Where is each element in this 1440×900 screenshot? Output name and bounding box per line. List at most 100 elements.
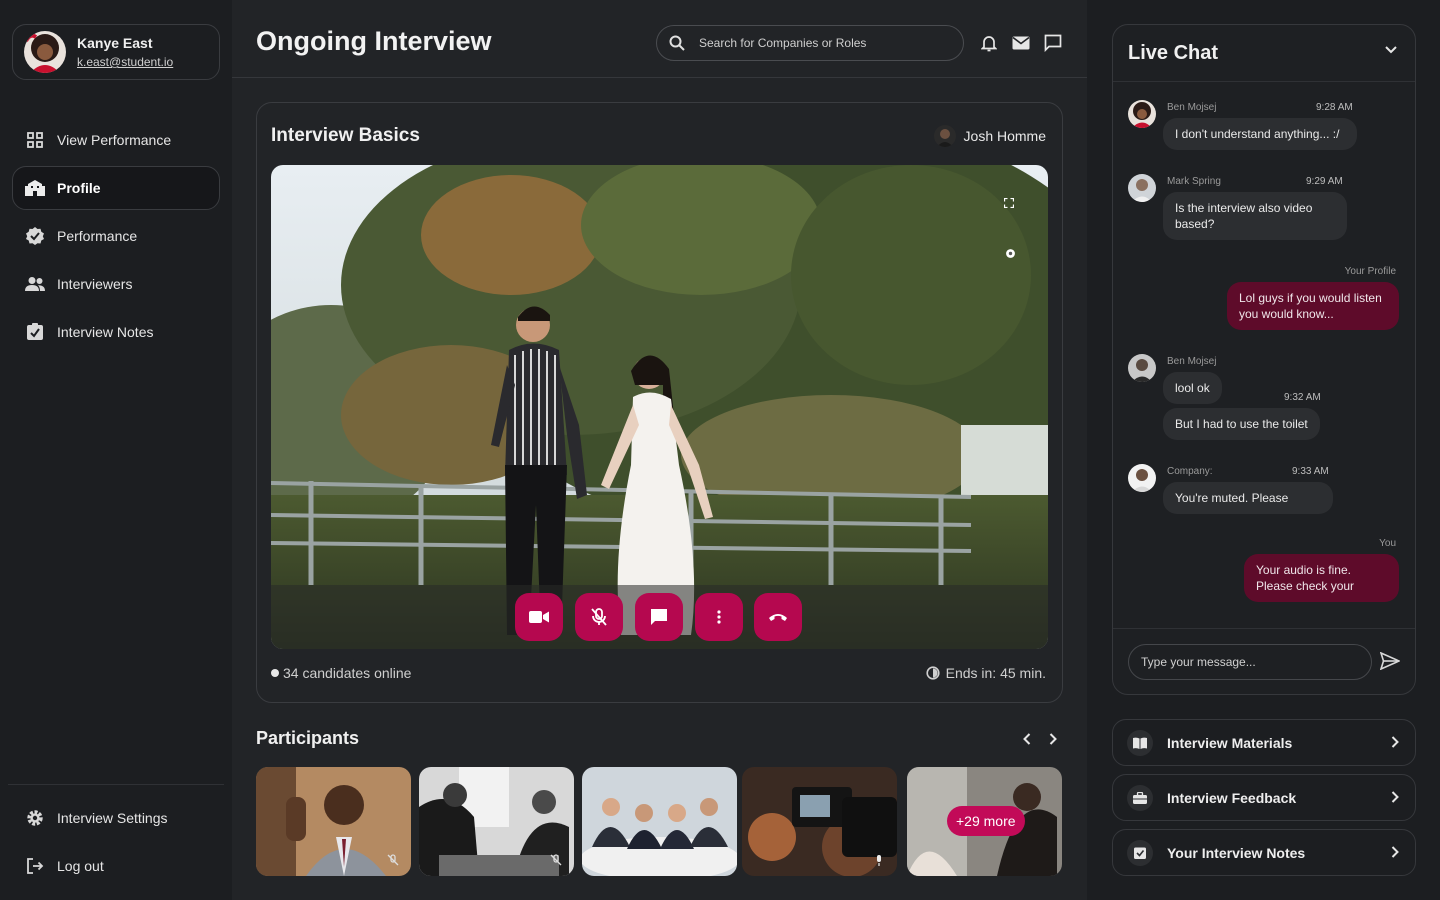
nav-item-interviewers[interactable]: Interviewers (12, 262, 220, 306)
message-time: 9:32 AM (1284, 392, 1321, 403)
page-title: Ongoing Interview (256, 26, 492, 56)
chat-message: lool ok (1163, 372, 1222, 404)
end-call-button[interactable] (754, 593, 802, 641)
grid-icon (25, 130, 45, 150)
chat-message: I don't understand anything... :/ (1163, 118, 1357, 150)
gear-icon (25, 808, 45, 828)
interview-feedback-button[interactable]: Interview Feedback (1112, 774, 1416, 821)
user-email[interactable]: k.east@student.io (77, 55, 173, 69)
camera-button[interactable] (515, 593, 563, 641)
mic-icon (873, 854, 885, 866)
nav-label: Interviewers (57, 276, 133, 292)
mute-button[interactable] (575, 593, 623, 641)
host-avatar (933, 125, 956, 147)
more-vertical-icon (717, 610, 721, 624)
more-options-button[interactable] (695, 593, 743, 641)
chevron-right-icon[interactable] (1044, 730, 1062, 748)
sidebar-divider (8, 784, 224, 785)
interview-materials-button[interactable]: Interview Materials (1112, 719, 1416, 766)
mic-off-icon (387, 854, 399, 866)
participant-thumbnail[interactable] (256, 767, 411, 876)
mic-off-icon (591, 608, 607, 626)
chevron-down-icon[interactable] (1385, 46, 1397, 54)
search-icon (669, 35, 685, 51)
briefcase-icon (1127, 784, 1153, 811)
avatar (1128, 100, 1156, 128)
video-settings-icon[interactable] (1003, 246, 1017, 260)
bell-icon[interactable] (978, 32, 1000, 54)
message-sender: Your Profile (1344, 266, 1396, 277)
chevron-right-icon (1391, 846, 1399, 858)
participant-thumbnail[interactable] (419, 767, 574, 876)
online-dot-icon (271, 669, 279, 677)
hang-up-icon (768, 612, 788, 622)
chat-message: You're muted. Please (1163, 482, 1333, 514)
logout-icon (25, 856, 45, 876)
live-chat: Live Chat Ben Mojsej 9:28 AM I don't und… (1112, 24, 1416, 695)
send-icon[interactable] (1380, 652, 1402, 672)
link-label: Interview Feedback (1167, 789, 1297, 806)
message-sender: Ben Mojsej (1167, 102, 1217, 113)
chat-header[interactable]: Live Chat (1113, 25, 1415, 82)
video-feed[interactable] (271, 165, 1048, 649)
message-sender: You (1379, 538, 1396, 549)
video-camera-icon (529, 610, 549, 624)
candidates-online: 34 candidates online (271, 665, 411, 681)
your-interview-notes-button[interactable]: Your Interview Notes (1112, 829, 1416, 876)
main-nav: View Performance Profile Performance Int… (12, 118, 220, 358)
building-icon (25, 178, 45, 198)
message-icon[interactable] (1042, 32, 1064, 54)
chat-button[interactable] (635, 593, 683, 641)
nav-item-profile[interactable]: Profile (12, 166, 220, 210)
nav-item-interview-settings[interactable]: Interview Settings (12, 796, 220, 840)
note-check-icon (1127, 839, 1153, 866)
user-name: Kanye East (77, 35, 153, 51)
bottom-nav: Interview Settings Log out (12, 796, 220, 892)
interview-card: Interview Basics Josh Homme 34 candidate… (256, 102, 1063, 703)
main-content: Ongoing Interview Interview Basics Josh … (232, 0, 1087, 900)
participants-title: Participants (256, 728, 360, 748)
sidebar: Kanye East k.east@student.io View Perfor… (0, 0, 232, 900)
search-input[interactable] (699, 36, 939, 50)
chat-message: Lol guys if you would listen you would k… (1227, 282, 1399, 330)
nav-item-view-performance[interactable]: View Performance (12, 118, 220, 162)
interview-title: Interview Basics (271, 125, 420, 146)
chat-message: Is the interview also video based? (1163, 192, 1347, 240)
message-time: 9:33 AM (1292, 466, 1329, 477)
chat-message-input[interactable] (1128, 644, 1372, 680)
message-sender: Mark Spring (1167, 176, 1221, 187)
note-check-icon (25, 322, 45, 342)
verified-badge-icon (25, 226, 45, 246)
participant-thumbnail[interactable]: +29 more (907, 767, 1062, 876)
participant-thumbnail[interactable] (582, 767, 737, 876)
time-remaining: Ends in: 45 min. (926, 665, 1046, 681)
message-time: 9:29 AM (1306, 176, 1343, 187)
avatar (1128, 464, 1156, 492)
nav-item-interview-notes[interactable]: Interview Notes (12, 310, 220, 354)
nav-item-log-out[interactable]: Log out (12, 844, 220, 888)
nav-item-performance[interactable]: Performance (12, 214, 220, 258)
link-label: Your Interview Notes (1167, 844, 1306, 861)
message-sender: Company: (1167, 466, 1213, 477)
nav-label: Interview Settings (57, 810, 168, 826)
participant-thumbnail[interactable] (742, 767, 897, 876)
book-icon (1127, 729, 1153, 756)
right-panel: Live Chat Ben Mojsej 9:28 AM I don't und… (1087, 0, 1440, 900)
nav-label: Interview Notes (57, 324, 154, 340)
host-info[interactable]: Josh Homme (933, 125, 1046, 147)
search-box[interactable] (656, 25, 964, 61)
chat-input-divider (1113, 628, 1415, 629)
nav-label: Profile (57, 180, 101, 196)
chevron-left-icon[interactable] (1018, 730, 1036, 748)
host-name: Josh Homme (963, 128, 1046, 144)
more-participants-badge[interactable]: +29 more (947, 806, 1025, 836)
timer-icon (926, 666, 940, 680)
fullscreen-icon[interactable] (1002, 196, 1016, 210)
chat-bubble-icon (650, 608, 668, 626)
avatar (1128, 174, 1156, 202)
candidates-online-text: 34 candidates online (283, 665, 412, 681)
mail-icon[interactable] (1010, 32, 1032, 54)
message-time: 9:28 AM (1316, 102, 1353, 113)
profile-card[interactable]: Kanye East k.east@student.io (12, 24, 220, 80)
message-sender: Ben Mojsej (1167, 356, 1217, 367)
